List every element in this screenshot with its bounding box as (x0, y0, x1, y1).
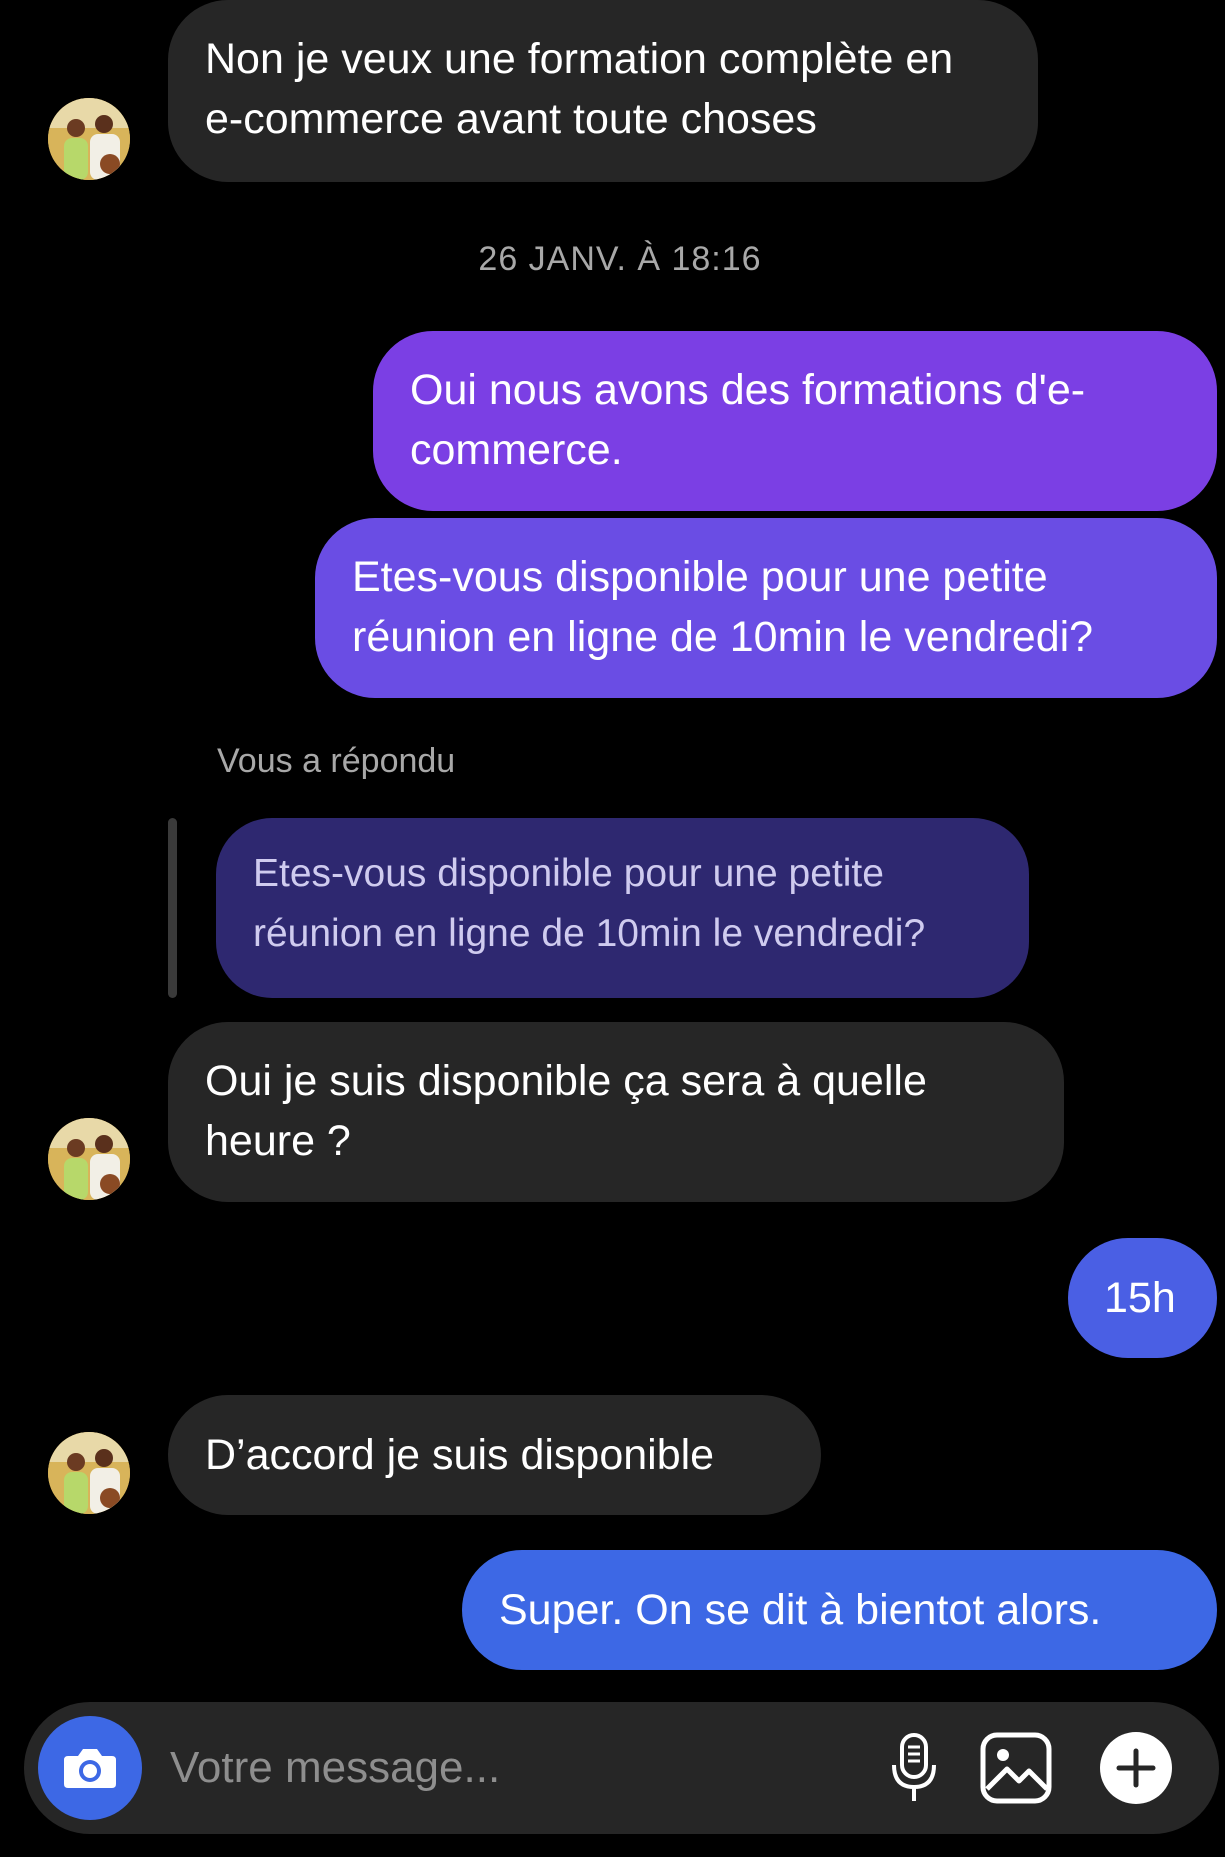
message-composer (24, 1702, 1219, 1834)
reply-indicator-bar (168, 818, 177, 998)
avatar-photo-icon (48, 98, 130, 180)
message-bubble-outgoing[interactable]: Oui nous avons des formations d'e-commer… (373, 331, 1217, 511)
avatar[interactable] (48, 1118, 130, 1200)
message-input[interactable] (170, 1738, 730, 1798)
message-bubble-incoming[interactable]: Non je veux une formation complète en e-… (168, 0, 1038, 182)
avatar[interactable] (48, 1432, 130, 1514)
quoted-message[interactable]: Etes-vous disponible pour une petite réu… (216, 818, 1029, 998)
message-bubble-incoming[interactable]: Oui je suis disponible ça sera à quelle … (168, 1022, 1064, 1202)
avatar-photo-icon (48, 1432, 130, 1514)
gallery-icon (980, 1732, 1052, 1804)
camera-button[interactable] (38, 1716, 142, 1820)
microphone-button[interactable] (872, 1726, 956, 1810)
microphone-icon (892, 1733, 936, 1801)
message-bubble-incoming[interactable]: D’accord je suis disponible (168, 1395, 821, 1515)
camera-icon (64, 1749, 116, 1788)
plus-icon (1100, 1732, 1172, 1804)
message-timestamp: 26 JANV. À 18:16 (478, 240, 762, 278)
chat-thread: Non je veux une formation complète en e-… (0, 0, 1225, 1857)
message-bubble-outgoing[interactable]: 15h (1068, 1238, 1217, 1358)
avatar-photo-icon (48, 1118, 130, 1200)
gallery-button[interactable] (974, 1726, 1058, 1810)
avatar[interactable] (48, 98, 130, 180)
message-bubble-outgoing[interactable]: Super. On se dit à bientot alors. (462, 1550, 1217, 1670)
message-bubble-outgoing[interactable]: Etes-vous disponible pour une petite réu… (315, 518, 1217, 698)
plus-button[interactable] (1094, 1726, 1178, 1810)
reply-label: Vous a répondu (217, 742, 456, 780)
